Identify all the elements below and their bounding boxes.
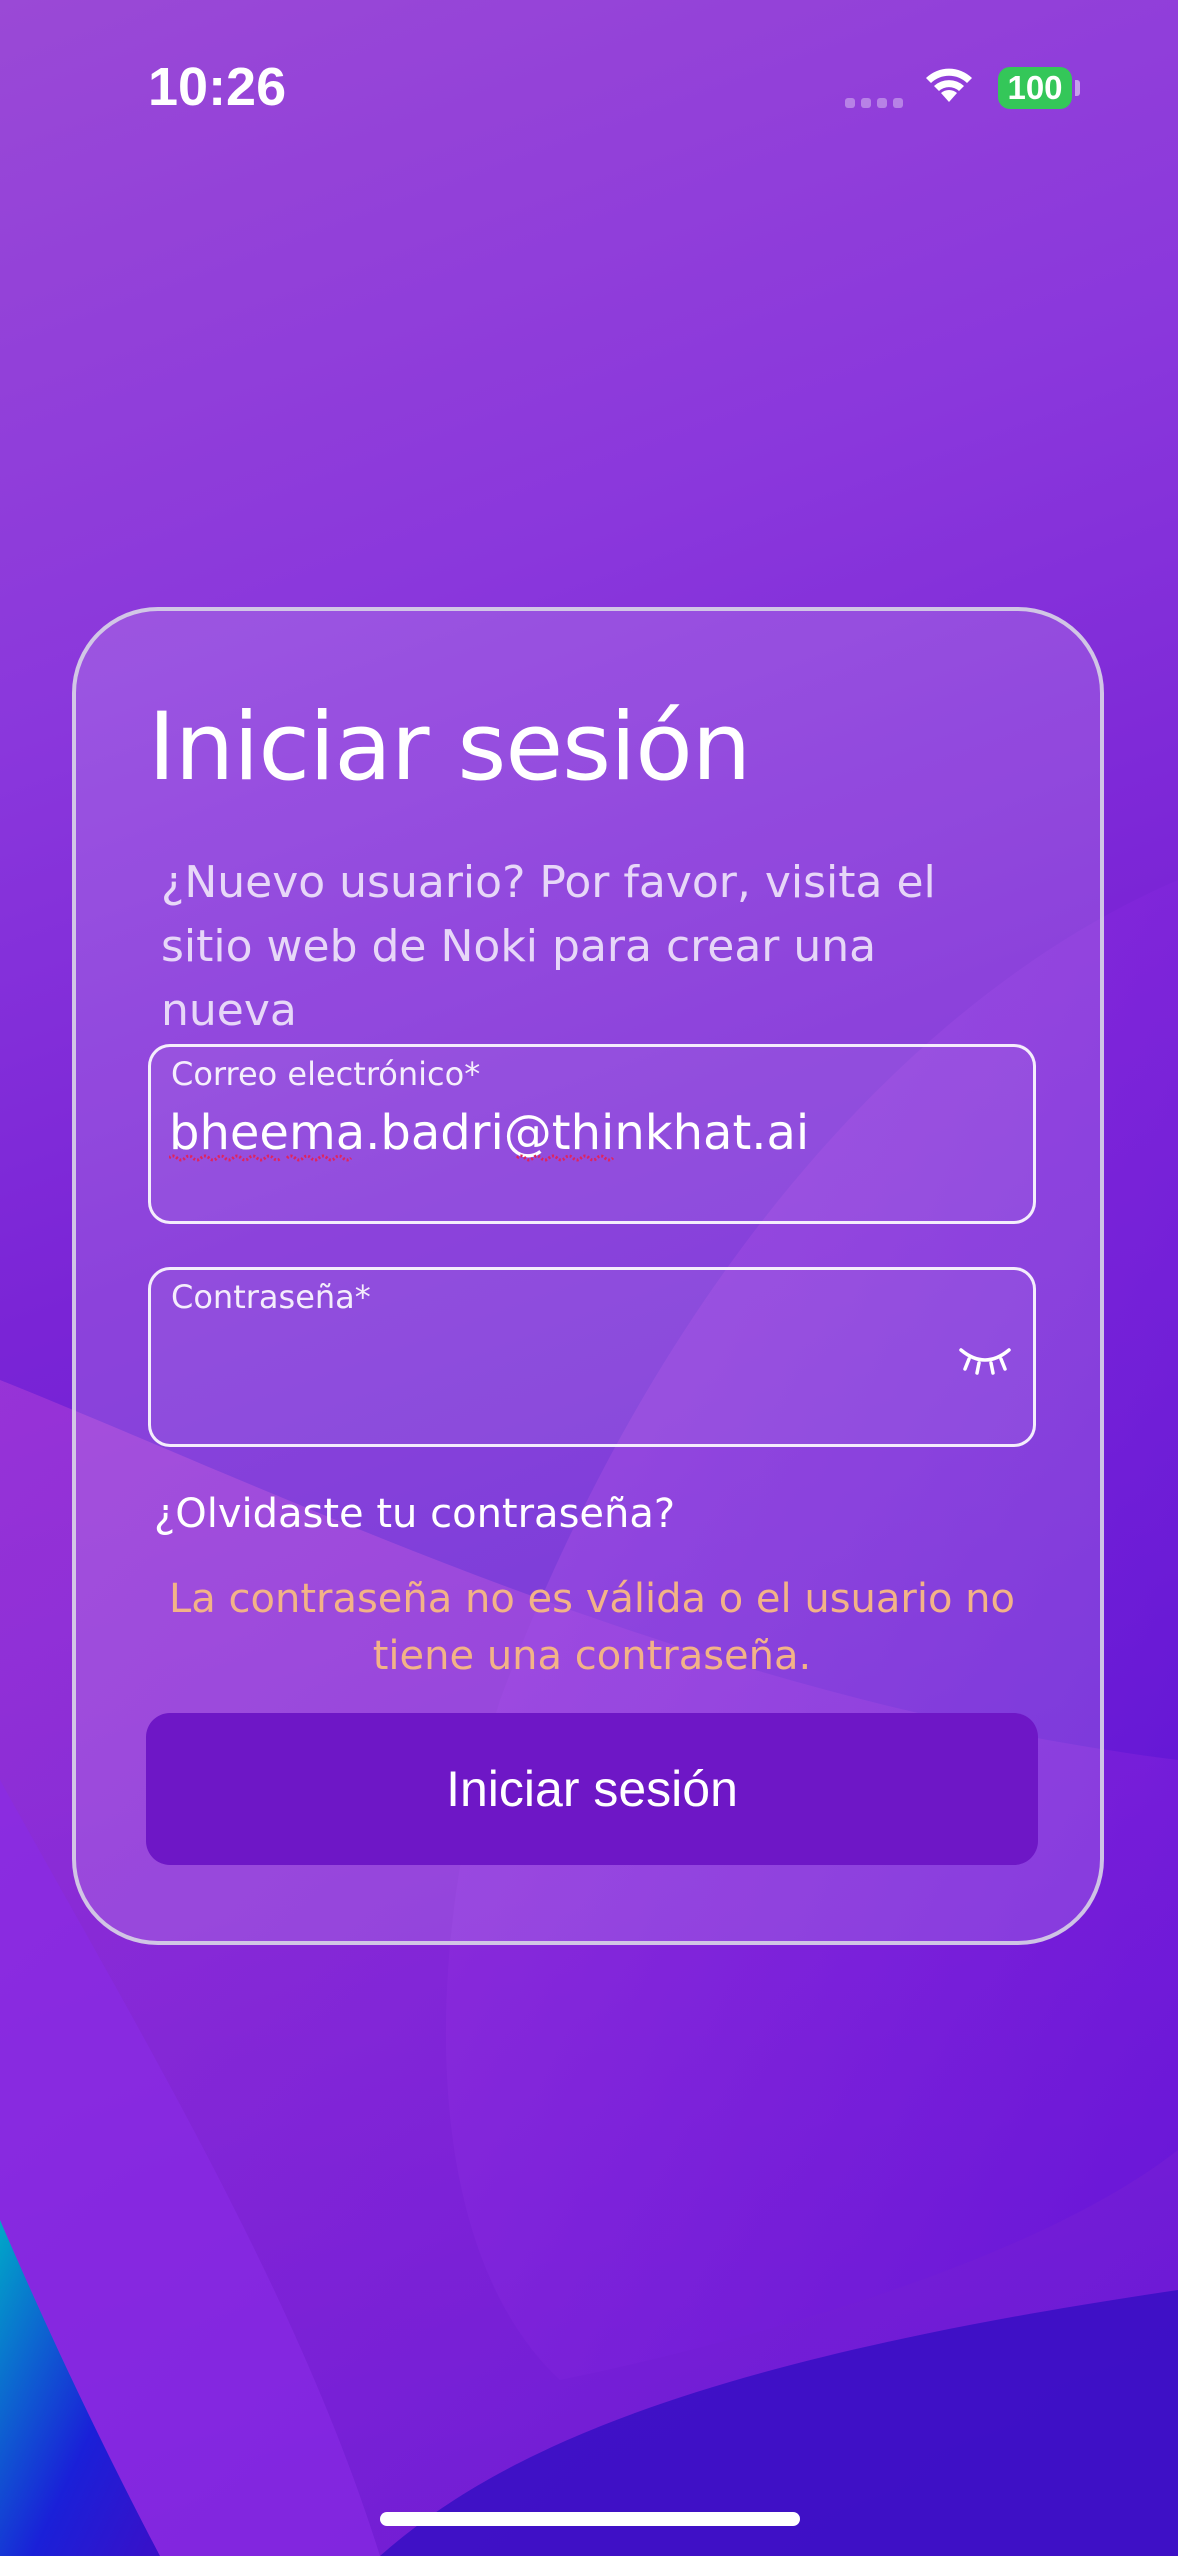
status-bar: 10:26 100 bbox=[0, 0, 1178, 170]
error-message: La contraseña no es válida o el usuario … bbox=[169, 1576, 1015, 1679]
home-indicator[interactable] bbox=[380, 2512, 800, 2526]
battery-indicator: 100 bbox=[998, 67, 1072, 109]
login-button[interactable]: Iniciar sesión bbox=[146, 1713, 1038, 1865]
wifi-icon bbox=[926, 68, 972, 102]
eye-closed-icon[interactable] bbox=[957, 1342, 1013, 1376]
new-user-notice: ¿Nuevo usuario? Por favor, visita el sit… bbox=[161, 857, 936, 1036]
page-title: Iniciar sesión bbox=[148, 693, 751, 802]
email-field[interactable]: Correo electrónico* bheema.badri@thinkha… bbox=[148, 1044, 1036, 1224]
status-time: 10:26 bbox=[148, 57, 287, 117]
spellcheck-underline bbox=[169, 1154, 615, 1162]
password-label: Contraseña* bbox=[171, 1278, 371, 1316]
forgot-password-link[interactable]: ¿Olvidaste tu contraseña? bbox=[154, 1491, 675, 1537]
password-field[interactable]: Contraseña* bbox=[148, 1267, 1036, 1447]
battery-nub bbox=[1075, 80, 1080, 96]
email-label: Correo electrónico* bbox=[171, 1055, 481, 1093]
cellular-signal-icon bbox=[845, 98, 903, 108]
login-screen: 10:26 100 Iniciar sesión ¿Nuevo usuario?… bbox=[0, 0, 1178, 2556]
login-card: Iniciar sesión ¿Nuevo usuario? Por favor… bbox=[72, 607, 1104, 1945]
